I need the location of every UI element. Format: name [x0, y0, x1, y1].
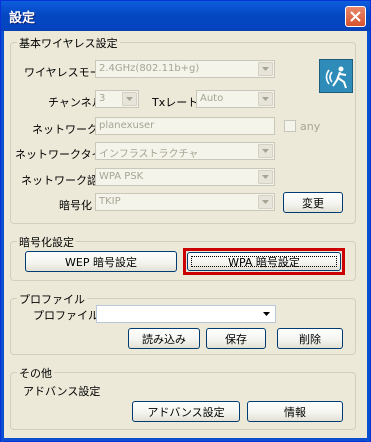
delete-button[interactable]: 削除 — [277, 328, 343, 349]
wpa-settings-button[interactable]: WPA 暗号設定 — [187, 252, 341, 271]
encryption-settings-group-label: 暗号化設定 — [17, 234, 76, 250]
profile-name-select[interactable] — [96, 305, 276, 323]
network-type-select[interactable]: インフラストラクチャ — [95, 142, 275, 160]
window-title: 設定 — [9, 11, 36, 26]
encryption-select[interactable]: TKIP — [95, 193, 275, 211]
chevron-down-icon — [263, 312, 270, 316]
focus-rectangle — [191, 256, 337, 267]
network-auth-value: WPA PSK — [99, 171, 144, 182]
profile-group-label: プロファイル — [17, 291, 87, 307]
change-button[interactable]: 変更 — [283, 192, 343, 213]
window-frame-right — [367, 31, 370, 442]
encryption-dropdown-button[interactable] — [258, 195, 273, 209]
any-checkbox[interactable] — [284, 120, 296, 132]
chevron-down-icon — [262, 200, 269, 204]
network-auth-select[interactable]: WPA PSK — [95, 168, 275, 186]
close-button[interactable] — [345, 6, 366, 27]
network-type-value: インフラストラクチャ — [99, 149, 199, 160]
window-frame-bottom — [1, 438, 370, 441]
tx-rate-label: Txレート — [152, 96, 199, 109]
load-button[interactable]: 読み込み — [128, 328, 200, 349]
tx-rate-dropdown-button[interactable] — [258, 92, 273, 106]
advanced-settings-button[interactable]: アドバンス設定 — [132, 401, 240, 422]
other-group-label: その他 — [17, 365, 54, 381]
chevron-down-icon — [262, 67, 269, 71]
basic-wireless-group-label: 基本ワイヤレス設定 — [17, 35, 120, 51]
title-bar[interactable]: 設定 — [1, 1, 370, 31]
chevron-down-icon — [262, 149, 269, 153]
info-button[interactable]: 情報 — [247, 401, 343, 422]
wireless-logo-icon — [319, 59, 353, 93]
channel-value: 3 — [99, 93, 106, 104]
wep-settings-button[interactable]: WEP 暗号設定 — [25, 251, 177, 272]
encryption-label: 暗号化 — [59, 199, 92, 212]
network-name-field[interactable]: planexuser — [95, 117, 275, 135]
wireless-logo-graphic — [325, 66, 347, 89]
chevron-down-icon — [262, 175, 269, 179]
wireless-mode-dropdown-button[interactable] — [258, 62, 273, 76]
settings-dialog: 設定 基本ワイヤレス設定 ワイヤレスモード 2.4GHz(802.11b+g) … — [0, 0, 371, 442]
chevron-down-icon — [126, 97, 133, 101]
channel-select[interactable]: 3 — [95, 90, 139, 108]
advanced-settings-label: アドバンス設定 — [23, 385, 101, 398]
save-button[interactable]: 保存 — [206, 328, 266, 349]
wireless-mode-value: 2.4GHz(802.11b+g) — [99, 63, 200, 74]
tx-rate-value: Auto — [200, 93, 224, 104]
any-label: any — [300, 120, 321, 133]
channel-dropdown-button[interactable] — [122, 92, 137, 106]
chevron-down-icon — [262, 97, 269, 101]
network-type-dropdown-button[interactable] — [258, 144, 273, 158]
window-frame-left — [1, 31, 4, 442]
profile-name-dropdown-button[interactable] — [259, 307, 274, 321]
network-auth-dropdown-button[interactable] — [258, 170, 273, 184]
wireless-mode-select[interactable]: 2.4GHz(802.11b+g) — [95, 60, 275, 78]
network-name-value: planexuser — [99, 120, 155, 131]
tx-rate-select[interactable]: Auto — [196, 90, 275, 108]
encryption-value: TKIP — [99, 196, 121, 207]
close-icon — [350, 11, 361, 22]
